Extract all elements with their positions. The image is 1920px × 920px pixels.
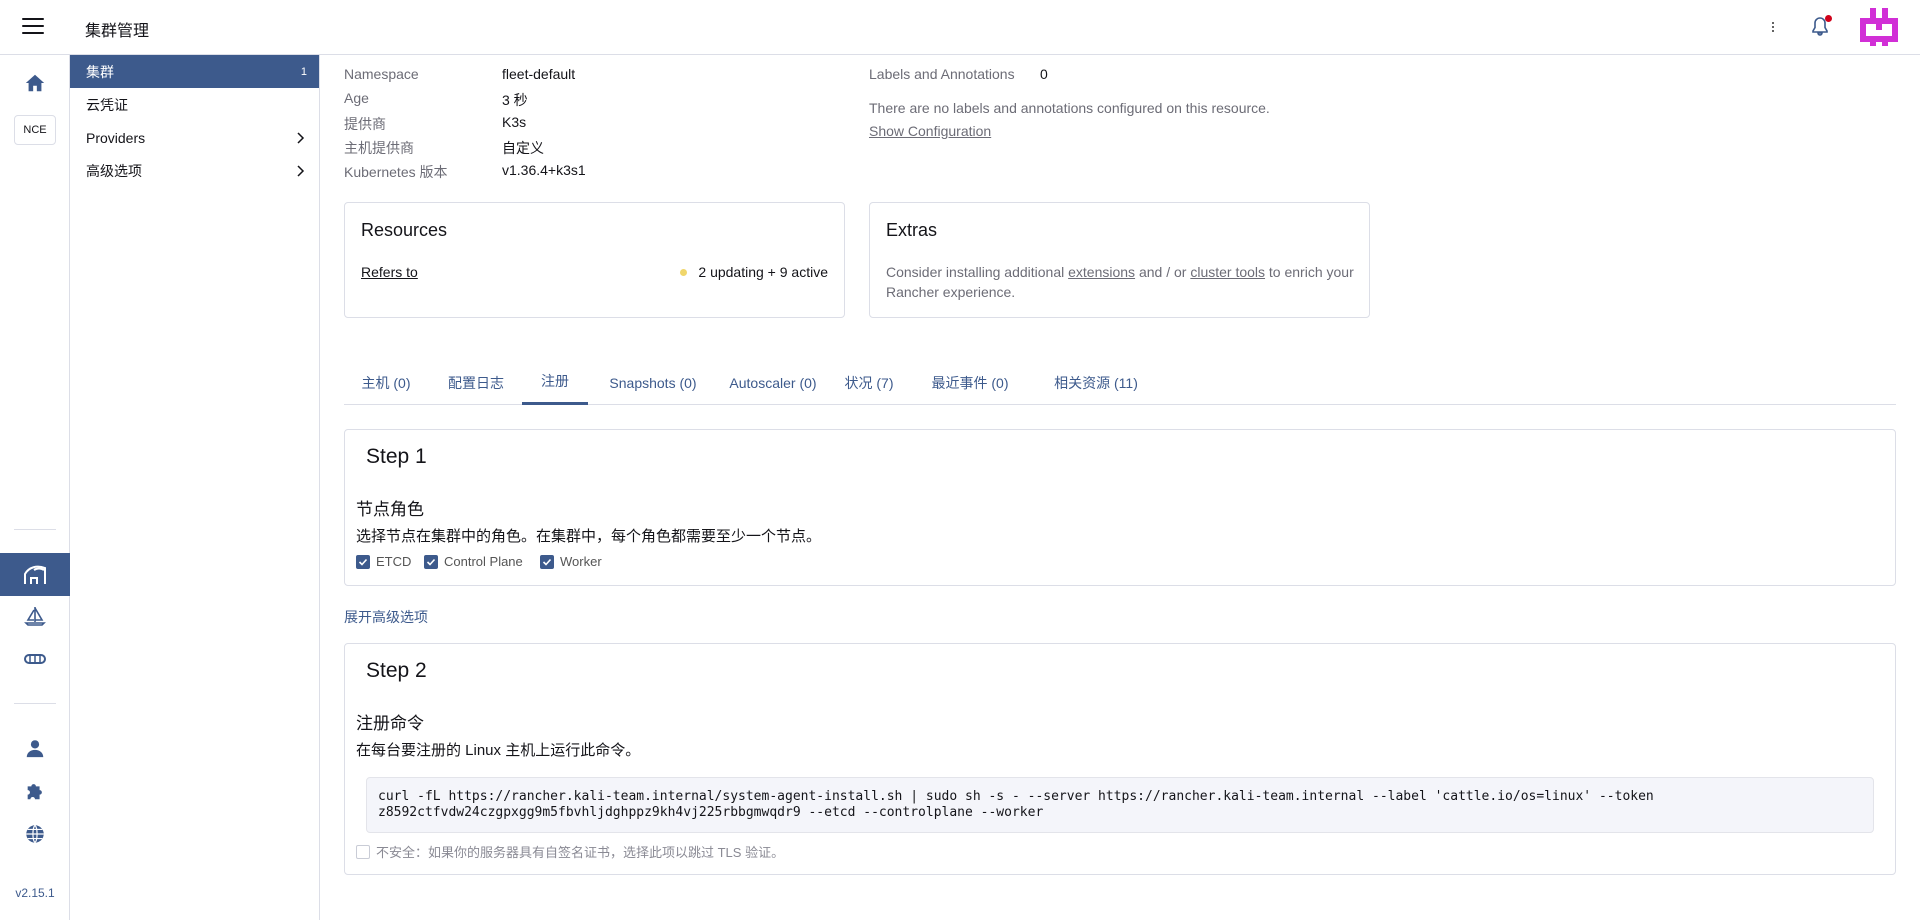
- age-value: 3 秒: [502, 92, 528, 108]
- resources-card: Resources Refers to 2 updating + 9 activ…: [344, 202, 845, 318]
- checkbox-label: Worker: [560, 554, 602, 569]
- globe-icon[interactable]: [0, 814, 70, 854]
- registration-command-description: 在每台要注册的 Linux 主机上运行此命令。: [356, 742, 641, 759]
- extensions-link[interactable]: extensions: [1068, 264, 1135, 280]
- labels-annotations-count: 0: [1040, 66, 1048, 82]
- checkbox-checked-icon: [356, 554, 370, 569]
- sidebar-item-label: Providers: [86, 129, 146, 146]
- labels-empty-text: There are no labels and annotations conf…: [869, 100, 1270, 116]
- tab-related-resources[interactable]: 相关资源 (11): [1036, 360, 1156, 405]
- puzzle-extensions-icon[interactable]: [0, 771, 70, 811]
- resources-status-text: 2 updating + 9 active: [698, 264, 828, 280]
- tab-snapshots[interactable]: Snapshots (0): [594, 360, 712, 405]
- tab-autoscaler[interactable]: Autoscaler (0): [718, 360, 828, 405]
- worker-checkbox[interactable]: Worker: [540, 554, 602, 569]
- avatar[interactable]: [1860, 8, 1898, 46]
- registration-command-code[interactable]: curl -fL https://rancher.kali-team.inter…: [366, 777, 1874, 833]
- node-role-heading: 节点角色: [356, 500, 424, 519]
- checkbox-label: ETCD: [376, 554, 412, 569]
- sidebar-item-count: 1: [300, 65, 307, 78]
- cluster-nce-button[interactable]: NCE: [14, 115, 56, 145]
- tab-recent-events[interactable]: 最近事件 (0): [910, 360, 1030, 405]
- expand-advanced-options-link[interactable]: 展开高级选项: [344, 607, 428, 627]
- resources-status: 2 updating + 9 active: [680, 264, 828, 280]
- sidebar-item-label: 集群: [86, 63, 114, 80]
- extras-text-3: to enrich your: [1268, 264, 1354, 280]
- refers-to-link[interactable]: Refers to: [361, 264, 418, 280]
- tab-conditions[interactable]: 状况 (7): [834, 360, 904, 405]
- version-link[interactable]: v2.15.1: [0, 886, 70, 900]
- home-icon[interactable]: [0, 63, 70, 103]
- step2-panel: Step 2 注册命令 在每台要注册的 Linux 主机上运行此命令。 curl…: [344, 643, 1896, 875]
- notification-dot: [1825, 15, 1832, 22]
- extras-text-2: and / or: [1138, 264, 1187, 280]
- extras-card: Extras Consider installing additional ex…: [869, 202, 1370, 318]
- checkbox-checked-icon: [540, 554, 554, 569]
- cluster-tools-link[interactable]: cluster tools: [1190, 264, 1265, 280]
- checkbox-label: Control Plane: [444, 554, 523, 569]
- page-title: 集群管理: [85, 23, 150, 40]
- host-provider-label: 主机提供商: [344, 140, 414, 156]
- menu-icon[interactable]: [22, 18, 44, 36]
- kubernetes-version-label: Kubernetes 版本: [344, 164, 448, 180]
- tab-provisioning-log[interactable]: 配置日志: [434, 360, 518, 405]
- side-nav: 集群 1 云凭证 Providers 高级选项: [70, 55, 320, 920]
- tab-machines[interactable]: 主机 (0): [344, 360, 428, 405]
- tab-registration[interactable]: 注册: [522, 360, 588, 405]
- step1-panel: Step 1 节点角色 选择节点在集群中的角色。在集群中，每个角色都需要至少一个…: [344, 429, 1896, 586]
- command-line-1: curl -fL https://rancher.kali-team.inter…: [378, 789, 1654, 804]
- rail-divider: [14, 529, 56, 530]
- provider-value: K3s: [502, 114, 527, 130]
- insecure-checkbox[interactable]: 不安全：如果你的服务器具有自签名证书，选择此项以跳过 TLS 验证。: [356, 842, 784, 861]
- extras-text: Consider installing additional extension…: [886, 262, 1361, 302]
- cluster-management-icon[interactable]: [0, 553, 70, 596]
- rail-divider: [14, 703, 56, 704]
- sidebar-item-label: 高级选项: [86, 162, 142, 179]
- node-role-description: 选择节点在集群中的角色。在集群中，每个角色都需要至少一个节点。: [356, 528, 822, 545]
- show-configuration-link[interactable]: Show Configuration: [869, 123, 991, 139]
- sidebar-item-advanced[interactable]: 高级选项: [70, 154, 319, 187]
- notifications-bell-icon[interactable]: [1808, 15, 1832, 39]
- extras-title: Extras: [886, 220, 938, 240]
- resources-title: Resources: [361, 220, 448, 240]
- provider-label: 提供商: [344, 116, 386, 132]
- checkbox-checked-icon: [424, 554, 438, 569]
- command-line-2: z8592ctfvdw24czgpxgg9m5fbvhljdghppz9kh4v…: [378, 805, 1044, 820]
- extras-text-1: Consider installing additional: [886, 264, 1065, 280]
- top-header: 集群管理: [0, 0, 1920, 55]
- etcd-checkbox[interactable]: ETCD: [356, 554, 411, 569]
- registration-command-heading: 注册命令: [356, 714, 424, 733]
- fleet-sailboat-icon[interactable]: [0, 596, 70, 636]
- checkbox-unchecked-icon: [356, 844, 370, 859]
- sidebar-item-clusters[interactable]: 集群 1: [70, 55, 319, 88]
- namespace-value: fleet-default: [502, 66, 576, 82]
- user-icon[interactable]: [0, 728, 70, 768]
- icon-rail: NCE v2.15.1: [0, 55, 70, 920]
- step2-title: Step 2: [366, 659, 427, 682]
- control-plane-checkbox[interactable]: Control Plane: [424, 554, 523, 569]
- sidebar-item-cloud-credentials[interactable]: 云凭证: [70, 88, 319, 121]
- host-provider-value: 自定义: [502, 140, 544, 156]
- tab-bar: 主机 (0) 配置日志 注册 Snapshots (0) Autoscaler …: [344, 360, 1896, 405]
- checkbox-label: 不安全：如果你的服务器具有自签名证书，选择此项以跳过 TLS 验证。: [376, 845, 785, 860]
- extensions-links-icon[interactable]: [0, 639, 70, 679]
- more-options-icon[interactable]: [1768, 16, 1778, 38]
- sidebar-item-label: 云凭证: [86, 96, 128, 113]
- status-dot: [680, 268, 688, 276]
- extras-text-4: Rancher experience.: [886, 284, 1016, 300]
- namespace-label: Namespace: [344, 66, 419, 82]
- chevron-right-icon: [297, 165, 305, 177]
- age-label: Age: [344, 90, 369, 106]
- sidebar-item-providers[interactable]: Providers: [70, 121, 319, 154]
- kubernetes-version-value: v1.36.4+k3s1: [502, 162, 586, 178]
- chevron-right-icon: [297, 132, 305, 144]
- labels-annotations-label: Labels and Annotations: [869, 66, 1015, 82]
- step1-title: Step 1: [366, 445, 427, 468]
